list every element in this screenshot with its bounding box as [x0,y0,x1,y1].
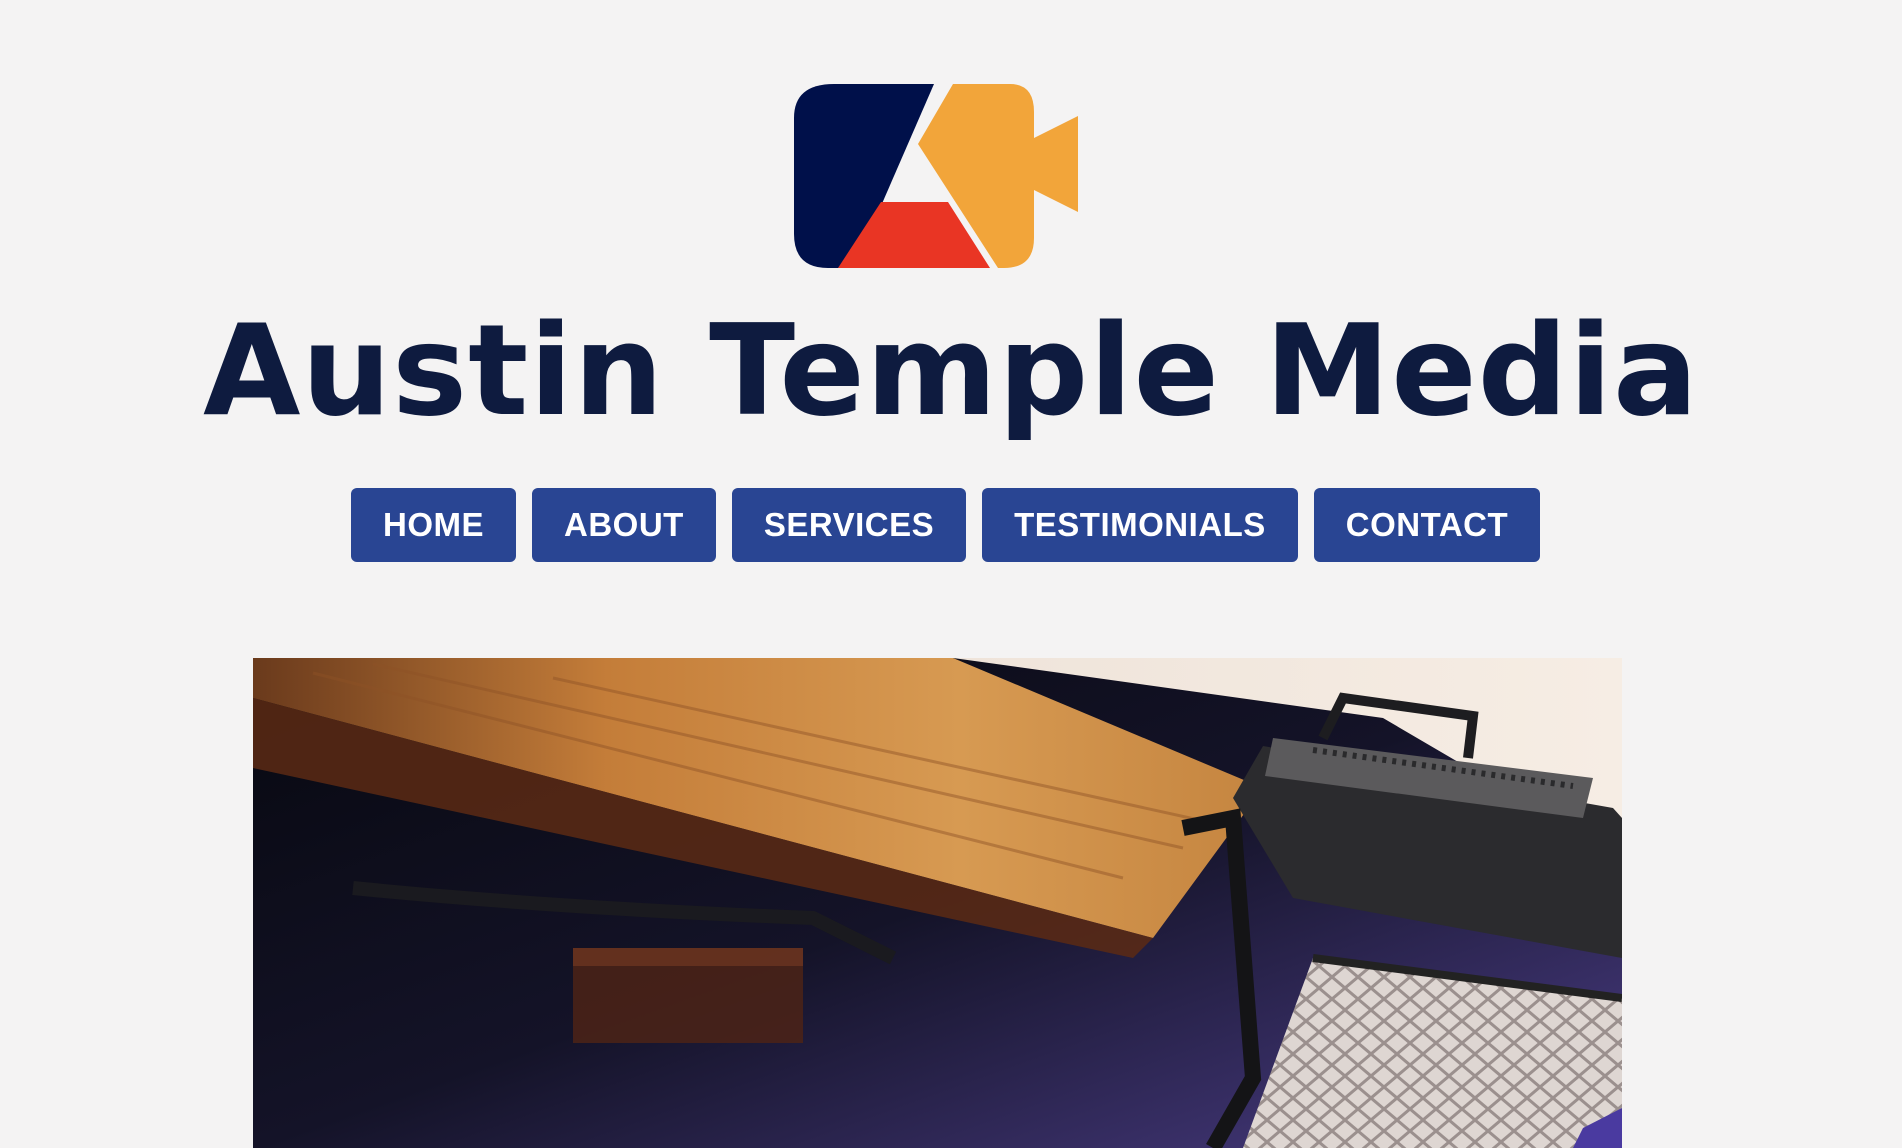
nav-testimonials-button[interactable]: TESTIMONIALS [982,488,1298,562]
camera-a-logo-icon [794,84,1078,268]
nav-contact-button[interactable]: CONTACT [1313,488,1541,562]
site-title: Austin Temple Media [202,297,1700,444]
nav-home-button[interactable]: HOME [351,488,516,562]
studio-light-photo [253,658,1622,1148]
logo[interactable] [792,80,1080,274]
nav-services-button[interactable]: SERVICES [731,488,967,562]
nav-about-button[interactable]: ABOUT [532,488,716,562]
main-nav: HOME ABOUT SERVICES TESTIMONIALS CONTACT [351,488,1541,562]
hero-image [253,658,1622,1148]
